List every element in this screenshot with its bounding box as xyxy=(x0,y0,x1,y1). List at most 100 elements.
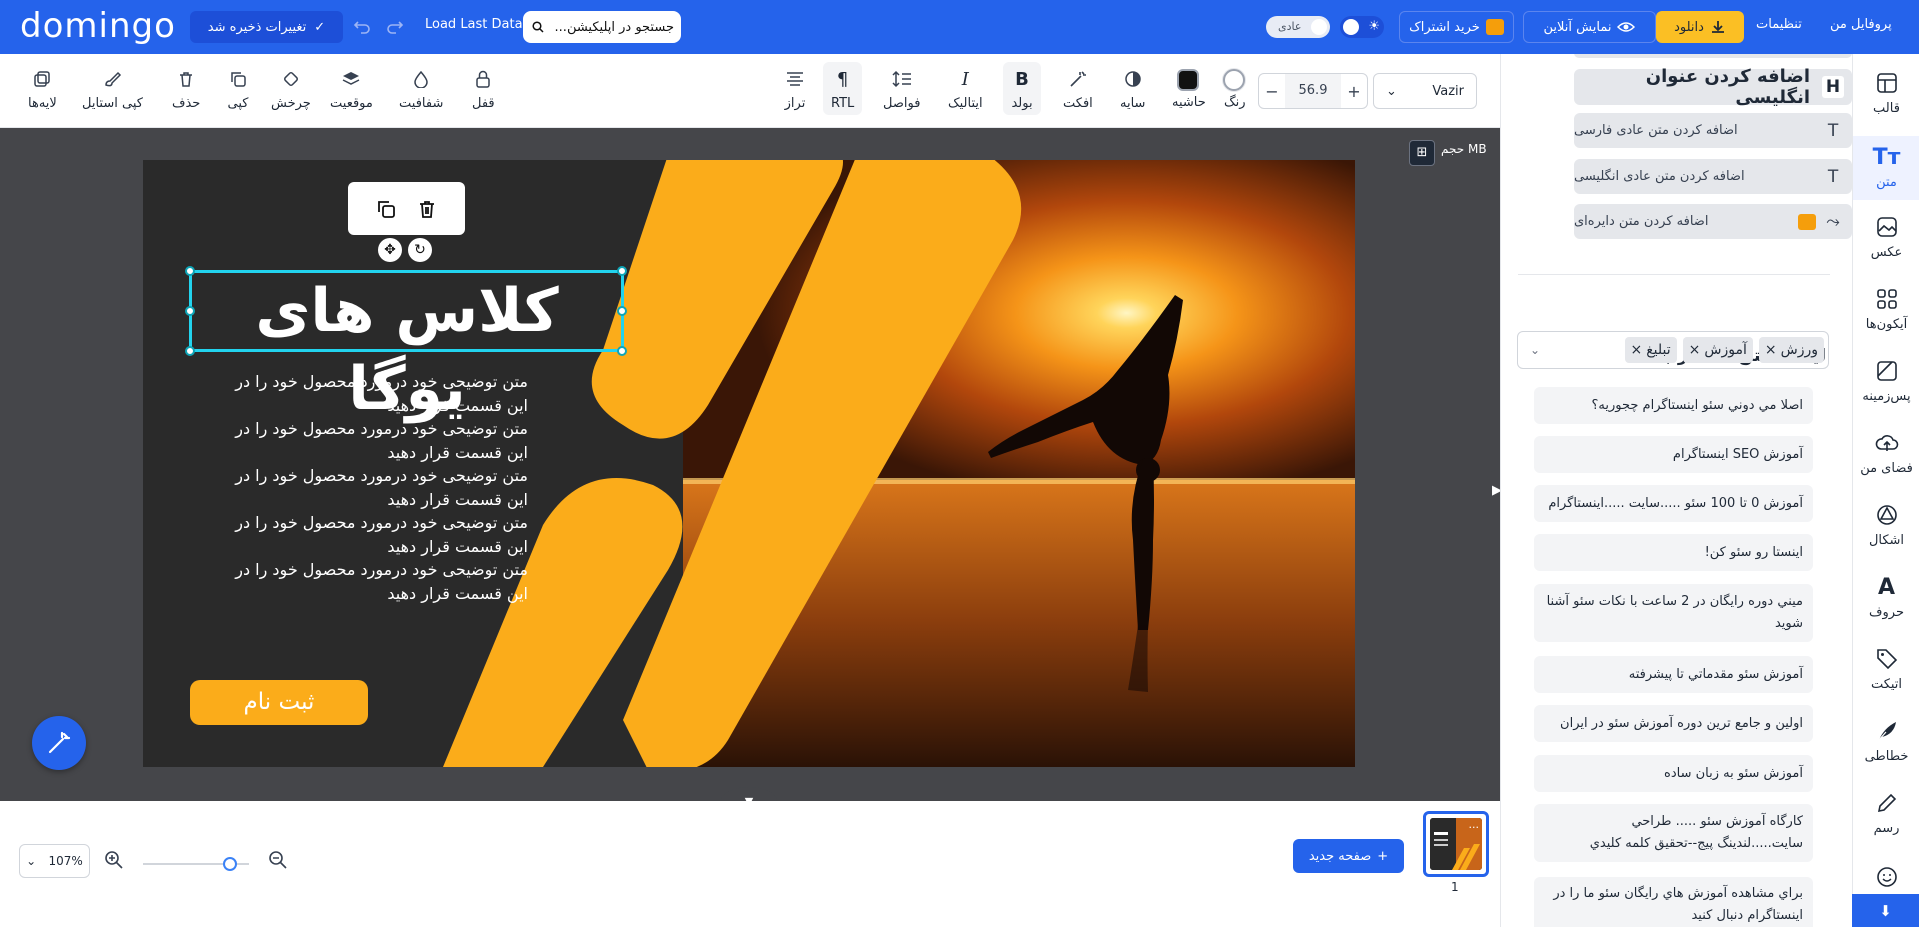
headline-text[interactable]: کلاس های یوگا xyxy=(193,272,621,424)
sidebar-item-text[interactable]: Tт متن xyxy=(1853,136,1919,200)
sidebar-item-template[interactable]: قالب xyxy=(1853,70,1919,130)
move-icon[interactable]: ✥ xyxy=(378,238,402,262)
position-label: موقعیت xyxy=(330,96,373,111)
increase-size-button[interactable]: + xyxy=(1341,82,1367,101)
related-text-item[interactable]: براي مشاهده آموزش هاي رايگان سئو ما را د… xyxy=(1534,877,1813,927)
logo[interactable]: domingo xyxy=(20,6,176,46)
sidebar-item-calligraphy[interactable]: خطاطی xyxy=(1853,718,1919,764)
layers-tool[interactable]: لایه‌ها xyxy=(28,68,57,111)
new-page-button[interactable]: صفحه جدید + xyxy=(1293,839,1404,873)
zoom-in-icon[interactable] xyxy=(104,850,124,870)
opacity-tool[interactable]: شفافیت xyxy=(399,68,443,111)
settings-link[interactable]: تنظیمات xyxy=(1756,17,1802,32)
font-size-stepper[interactable]: − 56.9 + xyxy=(1258,73,1368,109)
zoom-slider[interactable] xyxy=(143,857,249,871)
lock-label: قفل xyxy=(472,96,495,111)
sidebar-item-background[interactable]: پس‌زمینه xyxy=(1853,358,1919,404)
sidebar-item-more[interactable] xyxy=(1853,864,1919,890)
add-circular-text[interactable]: ⤳ اضافه کردن متن دایره‌ای xyxy=(1574,204,1852,239)
add-persian-text[interactable]: T اضافه کردن متن عادی فارسی xyxy=(1574,113,1852,148)
effect-tool[interactable]: افکت xyxy=(1063,68,1093,111)
undo-icon[interactable] xyxy=(352,16,374,38)
rotate-tool[interactable]: چرخش xyxy=(271,68,311,111)
delete-tool[interactable]: حذف xyxy=(172,68,200,111)
download-button[interactable]: دانلود xyxy=(1656,11,1744,43)
calculator-icon[interactable]: ⊞ xyxy=(1409,140,1435,166)
zoom-select[interactable]: ⌄ 107% xyxy=(19,844,90,878)
close-icon[interactable]: × xyxy=(1765,342,1777,358)
align-tool[interactable]: تراز xyxy=(784,68,806,111)
page-menu-icon[interactable]: ... xyxy=(1469,818,1480,831)
rtl-tool[interactable]: ¶ RTL xyxy=(823,62,863,115)
sidebar-scroll-down[interactable]: ⬇ xyxy=(1852,894,1919,927)
related-text-item[interactable]: اينستا رو سئو کن! xyxy=(1534,534,1813,571)
align-icon xyxy=(784,68,806,90)
tag-chip[interactable]: ورزش × xyxy=(1758,337,1824,363)
redo-icon[interactable] xyxy=(385,16,407,38)
text-color-swatch[interactable] xyxy=(1223,69,1245,91)
close-icon[interactable]: × xyxy=(1631,342,1643,358)
add-english-heading[interactable]: H اضافه کردن عنوان انگلیسی xyxy=(1574,66,1852,108)
add-english-text[interactable]: T اضافه کردن متن عادی انگلیسی xyxy=(1574,159,1852,194)
sidebar-item-my-space[interactable]: فضای من xyxy=(1853,430,1919,476)
subscribe-button[interactable]: خرید اشتراک xyxy=(1399,11,1514,43)
search-input[interactable] xyxy=(550,19,674,35)
related-text-item[interactable]: کارگاه آموزش سئو ..... طراحي سايت.....لن… xyxy=(1534,804,1813,862)
magic-wand-button[interactable] xyxy=(32,716,86,770)
italic-icon: I xyxy=(961,68,969,90)
tag-chip[interactable]: تبلیغ × xyxy=(1624,337,1677,363)
register-cta[interactable]: ثبت نام xyxy=(190,680,368,725)
italic-tool[interactable]: I ایتالیک xyxy=(948,68,983,112)
profile-link[interactable]: پروفایل من xyxy=(1830,17,1892,32)
spacing-tool[interactable]: فواصل xyxy=(883,68,920,111)
sidebar-item-image[interactable]: عکس xyxy=(1853,214,1919,260)
sidebar-item-letters[interactable]: A حروف xyxy=(1853,574,1919,621)
letters-icon: A xyxy=(1877,574,1896,600)
page-thumbnail-preview: ... xyxy=(1430,818,1482,870)
font-family-select[interactable]: ⌄ Vazir xyxy=(1373,73,1477,109)
sidebar-item-icons[interactable]: آیکون‌ها xyxy=(1853,286,1919,332)
load-last-data-button[interactable]: Load Last Data xyxy=(425,17,523,32)
border-color-swatch[interactable] xyxy=(1177,69,1199,91)
theme-toggle[interactable]: ☀ xyxy=(1340,16,1384,38)
sidebar-item-shapes[interactable]: اشکال xyxy=(1853,502,1919,548)
close-icon[interactable]: × xyxy=(1689,342,1701,358)
tag-filter[interactable]: ⌄ تبلیغ × آموزش × ورزش × xyxy=(1517,331,1829,369)
trash-icon[interactable] xyxy=(417,199,437,219)
zoom-out-icon[interactable] xyxy=(268,850,288,870)
duplicate-icon[interactable] xyxy=(376,199,396,219)
related-text-item[interactable]: آموزش سئو مقدماتي تا پيشرفته xyxy=(1534,656,1813,693)
copy-style-tool[interactable]: کپی استایل xyxy=(82,68,143,111)
related-text-item[interactable]: اصلا مي دوني سئو اينستاگرام چجوريه؟ xyxy=(1534,387,1813,424)
shadow-tool[interactable]: سایه xyxy=(1120,68,1145,111)
bold-tool[interactable]: B بولد xyxy=(1003,62,1041,115)
related-text-item[interactable]: آموزش سئو به زبان ساده xyxy=(1534,755,1813,792)
app-search[interactable] xyxy=(523,11,681,43)
font-size-value[interactable]: 56.9 xyxy=(1285,74,1341,108)
mode-toggle[interactable]: عادی xyxy=(1266,16,1330,38)
related-text-item[interactable]: آموزش SEO اينستاگرام xyxy=(1534,436,1813,473)
zoom-slider-thumb[interactable] xyxy=(222,857,237,871)
sidebar-item-draw[interactable]: رسم xyxy=(1853,790,1919,836)
add-persian-text-label: اضافه کردن متن عادی فارسی xyxy=(1574,123,1738,138)
chevron-down-icon: ⌄ xyxy=(26,854,37,868)
sidebar-item-label: عکس xyxy=(1870,245,1903,260)
related-text-item[interactable]: آموزش 0 تا 100 سئو .....سایت .....اينستا… xyxy=(1534,485,1813,522)
related-text-item[interactable]: اولين و جامع ترين دوره آموزش سئو در ايرا… xyxy=(1534,705,1813,742)
related-text-item[interactable]: ميني دوره رايگان در 2 ساعت با نکات سئو آ… xyxy=(1534,584,1813,642)
lock-tool[interactable]: قفل xyxy=(472,68,495,111)
tag-icon xyxy=(1874,646,1900,672)
body-description-text[interactable]: متن توضیحی خود درمورد محصول خود را در ای… xyxy=(208,370,528,605)
save-status-button[interactable]: تغییرات ذخیره شد ✓ xyxy=(190,11,343,43)
page-thumbnail[interactable]: ... xyxy=(1423,811,1489,877)
tag-chip[interactable]: آموزش × xyxy=(1682,337,1753,363)
decrease-size-button[interactable]: − xyxy=(1259,82,1285,101)
sidebar-item-sticker[interactable]: اتیکت xyxy=(1853,646,1919,692)
online-preview-button[interactable]: نمایش آنلاین xyxy=(1523,11,1656,43)
chevron-down-icon[interactable]: ⌄ xyxy=(1522,343,1540,357)
copy-tool[interactable]: کپی xyxy=(227,68,249,111)
rotate-icon[interactable]: ↻ xyxy=(408,238,432,262)
layers-label: لایه‌ها xyxy=(28,96,57,111)
new-page-label: صفحه جدید xyxy=(1308,848,1372,864)
position-tool[interactable]: موقعیت xyxy=(330,68,373,111)
